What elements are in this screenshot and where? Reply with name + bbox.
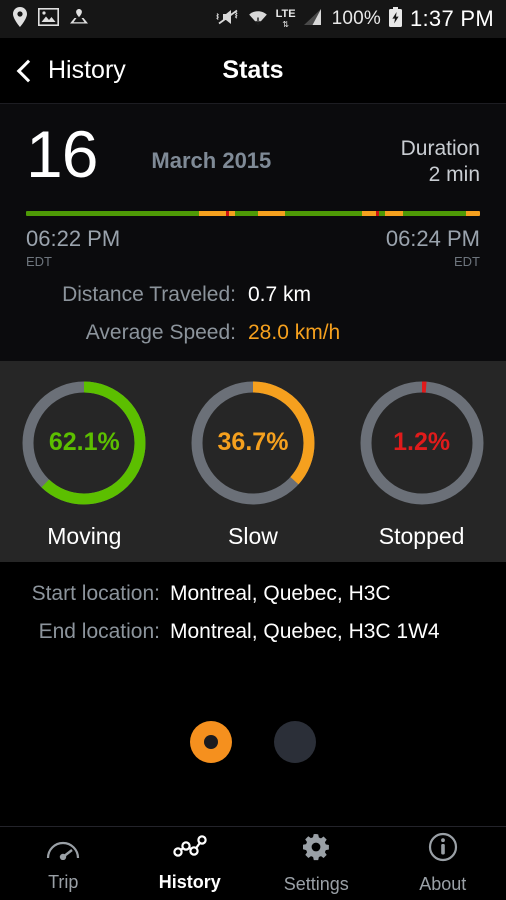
timeline-segment-11 [402,210,467,216]
gauge-slow: 36.7% Slow [173,375,333,550]
end-timezone: EDT [454,253,480,269]
location-pin-icon [12,6,28,32]
distance-label: Distance Traveled: [62,282,236,306]
timeline-times-row: 06:22 PM EDT 06:24 PM EDT [26,226,480,269]
back-button[interactable]: History [0,56,126,85]
average-speed-label: Average Speed: [85,320,236,344]
status-clock: 1:37 PM [409,6,494,31]
lte-label: LTE [275,8,296,20]
start-location-label: Start location: [31,581,160,605]
page-dot-1[interactable] [190,720,232,763]
vibrate-mute-icon [215,8,240,31]
start-time: 06:22 PM [26,225,121,251]
battery-charging-icon [388,6,403,32]
gauge-stopped: 1.2% Stopped [342,375,502,550]
wifi-icon [247,7,269,31]
locations-section: Start location: Montreal, Quebec, H3C En… [0,561,506,658]
image-icon [38,7,59,31]
gauge-label-stopped: Stopped [378,522,465,549]
end-time-block: 06:24 PM EDT [386,226,480,269]
average-speed-value: 28.0 km/h [248,320,341,344]
start-time-block: 06:22 PM EDT [26,226,120,269]
gauge-ring-stopped: 1.2% [354,375,490,511]
status-bar-right-icons: LTE ⇅ 100% 1:37 PM [215,6,494,32]
info-circle-icon [428,832,458,867]
app-header: History Stats [0,38,506,104]
gear-icon [301,832,331,867]
gauge-moving: 62.1% Moving [4,375,164,550]
page-dot-2[interactable] [274,720,316,763]
nav-label-trip: Trip [48,872,79,892]
timeline-segment-6 [284,210,362,216]
distance-row: Distance Traveled: 0.7 km [26,283,480,307]
trip-timeline-bar [26,210,480,216]
timeline-segment-4 [234,210,258,216]
average-speed-row: Average Speed: 28.0 km/h [26,321,480,345]
gauge-label-slow: Slow [228,522,278,549]
end-location-value: Montreal, Quebec, H3C 1W4 [170,619,440,643]
duration-label: Duration [400,137,480,160]
page-dot-1-center [204,734,218,749]
lte-icon: LTE ⇅ [276,9,296,29]
speedometer-icon [46,834,80,865]
trip-summary-section: 16 March 2015 Duration 2 min 06:22 PM ED… [0,104,506,361]
nav-label-settings: Settings [283,874,349,894]
timeline-segment-12 [466,210,480,216]
timeline-segment-10 [384,210,403,216]
bottom-navigation: Trip History Settings About [0,826,506,900]
battery-percent-label: 100% [331,8,381,29]
gauge-ring-slow: 36.7% [185,375,321,511]
nav-label-about: About [419,874,467,894]
nav-item-about[interactable]: About [380,832,506,895]
timeline-segment-0 [26,210,199,216]
lte-data-arrows: ⇅ [282,20,289,29]
end-time: 06:24 PM [385,225,480,251]
duration-value: 2 min [428,163,480,187]
page-indicator [0,658,506,827]
back-button-label: History [48,56,126,84]
chevron-left-icon [16,59,40,82]
distance-value: 0.7 km [248,282,312,306]
start-timezone: EDT [26,253,52,269]
nav-item-trip[interactable]: Trip [0,834,127,893]
end-location-label: End location: [38,619,160,643]
timeline-segment-7 [361,210,376,216]
nav-label-history: History [158,872,221,892]
gauge-value-stopped: 1.2% [393,428,451,456]
end-location-row: End location: Montreal, Quebec, H3C 1W4 [0,620,506,644]
signal-bars-icon [303,8,325,31]
nav-item-history[interactable]: History [127,834,254,893]
date-duration-row: 16 March 2015 Duration 2 min [26,117,480,191]
gauge-label-moving: Moving [47,522,122,549]
duration-block: Duration 2 min [401,136,480,189]
time-distribution-gauges: 62.1% Moving 36.7% Slow 1.2% Stopped [0,360,506,562]
gauge-ring-moving: 62.1% [16,375,152,511]
stats-screen: LTE ⇅ 100% 1:37 PM History Stats 16 Marc… [0,0,506,900]
day-number: 16 [26,117,98,191]
month-year-label: March 2015 [151,148,272,173]
map-pin-icon [69,8,89,31]
start-location-row: Start location: Montreal, Quebec, H3C [0,582,506,606]
gauge-value-slow: 36.7% [217,428,289,456]
nav-item-settings[interactable]: Settings [253,832,380,895]
node-graph-icon [173,834,207,865]
status-bar: LTE ⇅ 100% 1:37 PM [0,0,506,38]
status-bar-left-icons [12,6,89,32]
timeline-segment-1 [198,210,226,216]
gauge-value-moving: 62.1% [48,428,120,456]
timeline-segment-5 [257,210,285,216]
start-location-value: Montreal, Quebec, H3C [170,581,391,605]
